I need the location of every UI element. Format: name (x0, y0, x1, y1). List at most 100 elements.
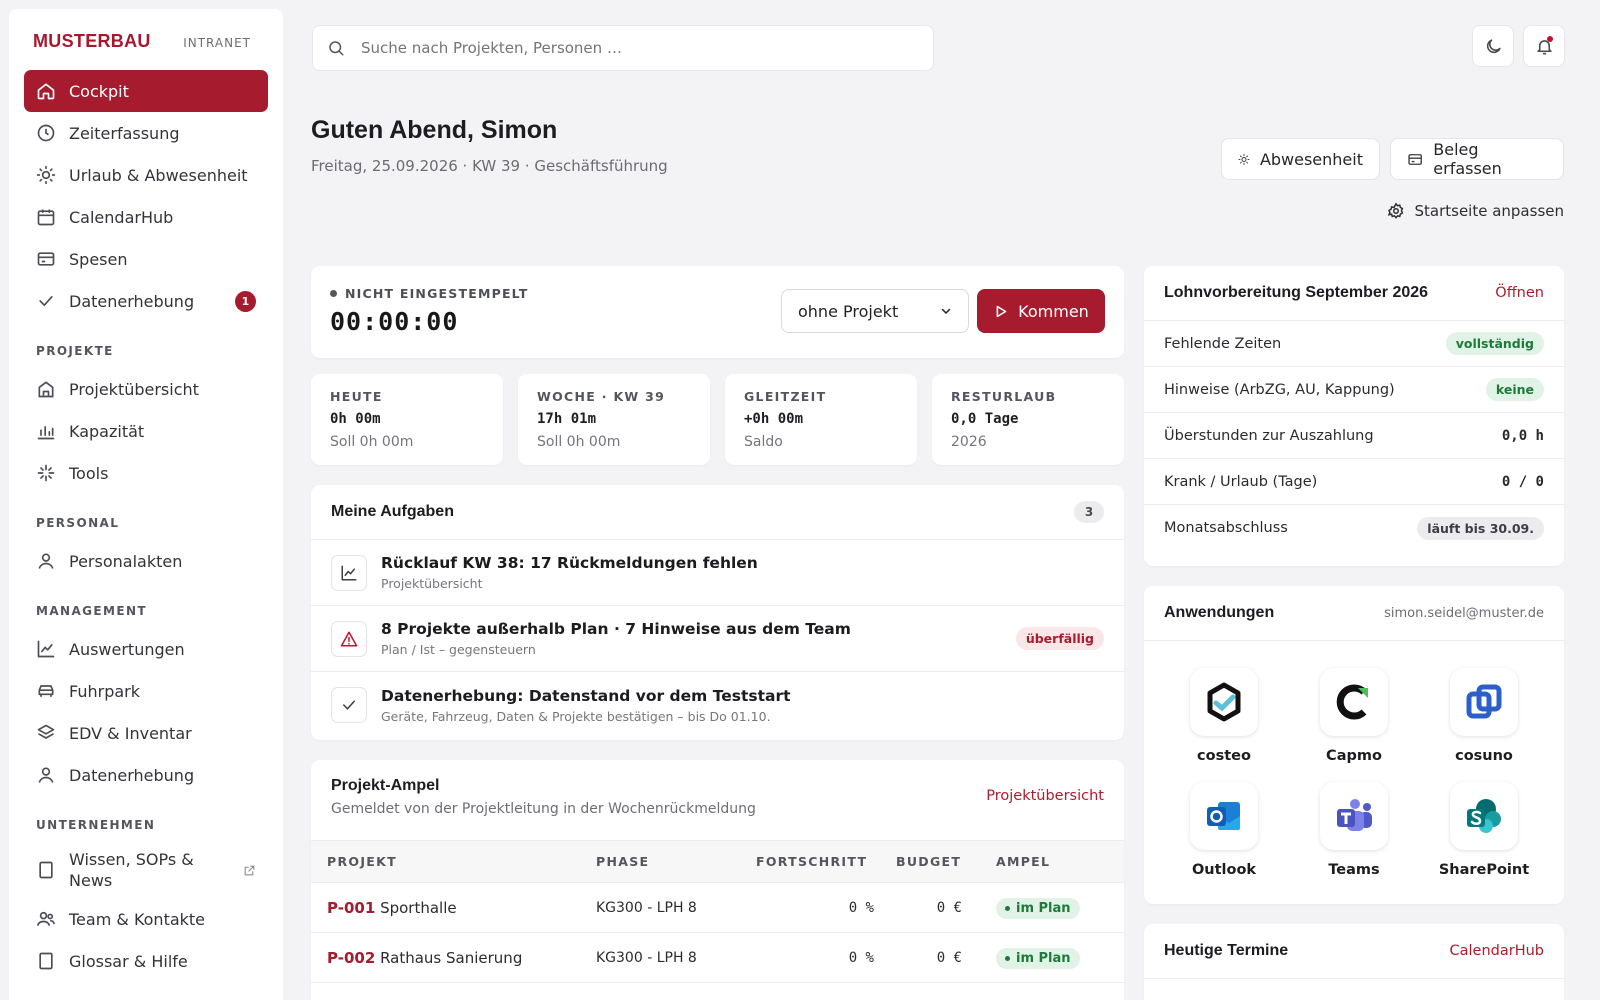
tasks-card: Meine Aufgaben 3 Rücklauf KW 38: 17 Rück… (311, 485, 1124, 740)
sidebar-item-kapazitaet[interactable]: Kapazität (24, 410, 268, 452)
task-title: Rücklauf KW 38: 17 Rückmeldungen fehlen (381, 554, 758, 572)
sidebar-item-zeiterfassung[interactable]: Zeiterfassung (24, 112, 268, 154)
stat-card-heute: HEUTE 0h 00m Soll 0h 00m (311, 374, 503, 465)
receipt-button[interactable]: Beleg erfassen (1390, 138, 1564, 180)
bar-chart-icon (37, 426, 55, 440)
app-tile[interactable] (1190, 782, 1258, 850)
status-label: im Plan (1016, 900, 1071, 916)
status-badge: im Plan (996, 897, 1080, 919)
sidebar-item-projektuebersicht[interactable]: Projektübersicht (24, 368, 268, 410)
sidebar-item-wissen[interactable]: Wissen, SOPs & News (24, 842, 268, 898)
brand-logo[interactable]: MUSTERBAU (33, 31, 151, 52)
absence-button[interactable]: Abwesenheit (1221, 138, 1380, 180)
sidebar-item-team[interactable]: Team & Kontakte (24, 898, 268, 940)
project-overview-link[interactable]: Projektübersicht (986, 788, 1104, 840)
section-projekte: PROJEKTE (36, 344, 114, 358)
sidebar-item-datenerhebung[interactable]: Datenerhebung 1 (24, 280, 268, 322)
absence-button-label: Abwesenheit (1259, 149, 1363, 169)
payroll-row: Monatsabschluss läuft bis 30.09. (1144, 505, 1564, 551)
sidebar-item-auswertungen[interactable]: Auswertungen (24, 628, 268, 670)
notification-badge: 1 (235, 290, 256, 312)
app-costeo[interactable]: costeo (1159, 668, 1289, 764)
column-header[interactable]: PHASE (596, 840, 756, 883)
customize-start-page-link[interactable]: Startseite anpassen (1387, 202, 1564, 220)
task-item[interactable]: Rücklauf KW 38: 17 Rückmeldungen fehlen … (311, 540, 1124, 606)
app-sharepoint[interactable]: SharePoint (1419, 782, 1549, 878)
task-item[interactable]: 8 Projekte außerhalb Plan · 7 Hinweise a… (311, 606, 1124, 672)
project-select[interactable]: ohne Projekt (781, 289, 969, 333)
table-row[interactable]: P-002 Rathaus Sanierung KG300 - LPH 8 0 … (311, 932, 1124, 983)
task-item[interactable]: Datenerhebung: Datenstand vor dem Testst… (311, 672, 1124, 738)
clock-in-button[interactable]: Kommen (977, 289, 1105, 333)
sparkle-icon (37, 464, 55, 482)
stat-value: 17h 01m (537, 411, 597, 427)
stat-label: GLEITZEIT (744, 389, 827, 404)
app-cosuno[interactable]: cosuno (1419, 668, 1549, 764)
brand[interactable]: MUSTERBAU INTRANET (24, 31, 268, 70)
sidebar-item-tools[interactable]: Tools (24, 452, 268, 494)
customize-label: Startseite anpassen (1414, 202, 1564, 220)
sidebar-item-spesen[interactable]: Spesen (24, 238, 268, 280)
task-title: Datenerhebung: Datenstand vor dem Testst… (381, 686, 791, 705)
table-row[interactable]: P-001 Sporthalle KG300 - LPH 8 0 % 0 € i… (311, 882, 1124, 933)
payroll-row: Fehlende Zeiten vollständig (1144, 321, 1564, 367)
stat-sub: Soll 0h 00m (537, 434, 621, 450)
sidebar-item-glossar[interactable]: Glossar & Hilfe (24, 940, 268, 982)
search-bar[interactable] (312, 25, 934, 71)
sidebar-item-edv[interactable]: EDV & Inventar (24, 712, 268, 754)
outlook-icon (1207, 802, 1240, 830)
layers-icon (37, 724, 55, 739)
app-tile[interactable] (1190, 668, 1258, 736)
tasks-title: Meine Aufgaben (331, 503, 454, 520)
app-tile[interactable] (1320, 668, 1388, 736)
card-icon (37, 252, 55, 266)
sidebar-item-urlaub[interactable]: Urlaub & Abwesenheit (24, 154, 268, 196)
sidebar-item-label: Kapazität (69, 421, 145, 441)
app-name: Capmo (1326, 748, 1382, 764)
status-badge: läuft bis 30.09. (1417, 516, 1544, 540)
sidebar-item-calendarhub[interactable]: CalendarHub (24, 196, 268, 238)
app-tile[interactable] (1450, 668, 1518, 736)
app-outlook[interactable]: Outlook (1159, 782, 1289, 878)
column-header[interactable]: PROJEKT (311, 840, 596, 883)
notifications-button[interactable] (1523, 25, 1565, 67)
sidebar-item-datenerhebung-management[interactable]: Datenerhebung (24, 754, 268, 796)
app-tile[interactable] (1450, 782, 1518, 850)
search-icon (329, 41, 344, 56)
project-id[interactable]: P-001 (327, 899, 375, 917)
check-icon (343, 700, 355, 710)
brand-subtitle: INTRANET (183, 36, 251, 50)
sidebar-item-label: Fuhrpark (69, 681, 140, 701)
check-icon (39, 296, 53, 307)
search-input[interactable] (361, 39, 881, 57)
clock-icon (37, 124, 55, 142)
project-table: PROJEKT PHASE FORTSCHRITT BUDGET AMPEL P… (311, 840, 1124, 983)
column-header[interactable]: FORTSCHRITT (756, 840, 876, 883)
line-chart-icon (341, 565, 357, 580)
column-header[interactable]: AMPEL (966, 840, 1124, 883)
status-badge: im Plan (996, 947, 1080, 969)
project-select-value: ohne Projekt (798, 301, 899, 321)
project-id[interactable]: P-002 (327, 949, 375, 967)
sidebar-item-label: Projektübersicht (69, 379, 199, 399)
sidebar-item-fuhrpark[interactable]: Fuhrpark (24, 670, 268, 712)
stat-label: HEUTE (330, 389, 383, 404)
task-icon-box (331, 687, 367, 723)
sidebar-item-personalakten[interactable]: Personalakten (24, 540, 268, 582)
app-tile[interactable] (1320, 782, 1388, 850)
stat-value: 0,0 Tage (951, 411, 1019, 427)
payroll-open-link[interactable]: Öffnen (1495, 285, 1544, 301)
calendarhub-link[interactable]: CalendarHub (1450, 943, 1545, 959)
stat-card-resturlaub: RESTURLAUB 0,0 Tage 2026 (932, 374, 1124, 465)
status-badge: vollständig (1445, 332, 1544, 355)
status-label: im Plan (1016, 950, 1071, 966)
ampel-header: Projekt-Ampel Gemeldet von der Projektle… (311, 760, 1124, 840)
sidebar-item-cockpit[interactable]: Cockpit (24, 70, 268, 112)
task-subtitle: Geräte, Fahrzeug, Daten & Projekte bestä… (381, 708, 771, 724)
theme-toggle-button[interactable] (1472, 25, 1514, 67)
app-capmo[interactable]: Capmo (1289, 668, 1419, 764)
gear-icon (1388, 202, 1404, 219)
app-grid: costeo Capmo cosuno Outlook Teams ShareP… (1144, 641, 1564, 878)
column-header[interactable]: BUDGET (876, 840, 966, 883)
app-teams[interactable]: Teams (1289, 782, 1419, 878)
